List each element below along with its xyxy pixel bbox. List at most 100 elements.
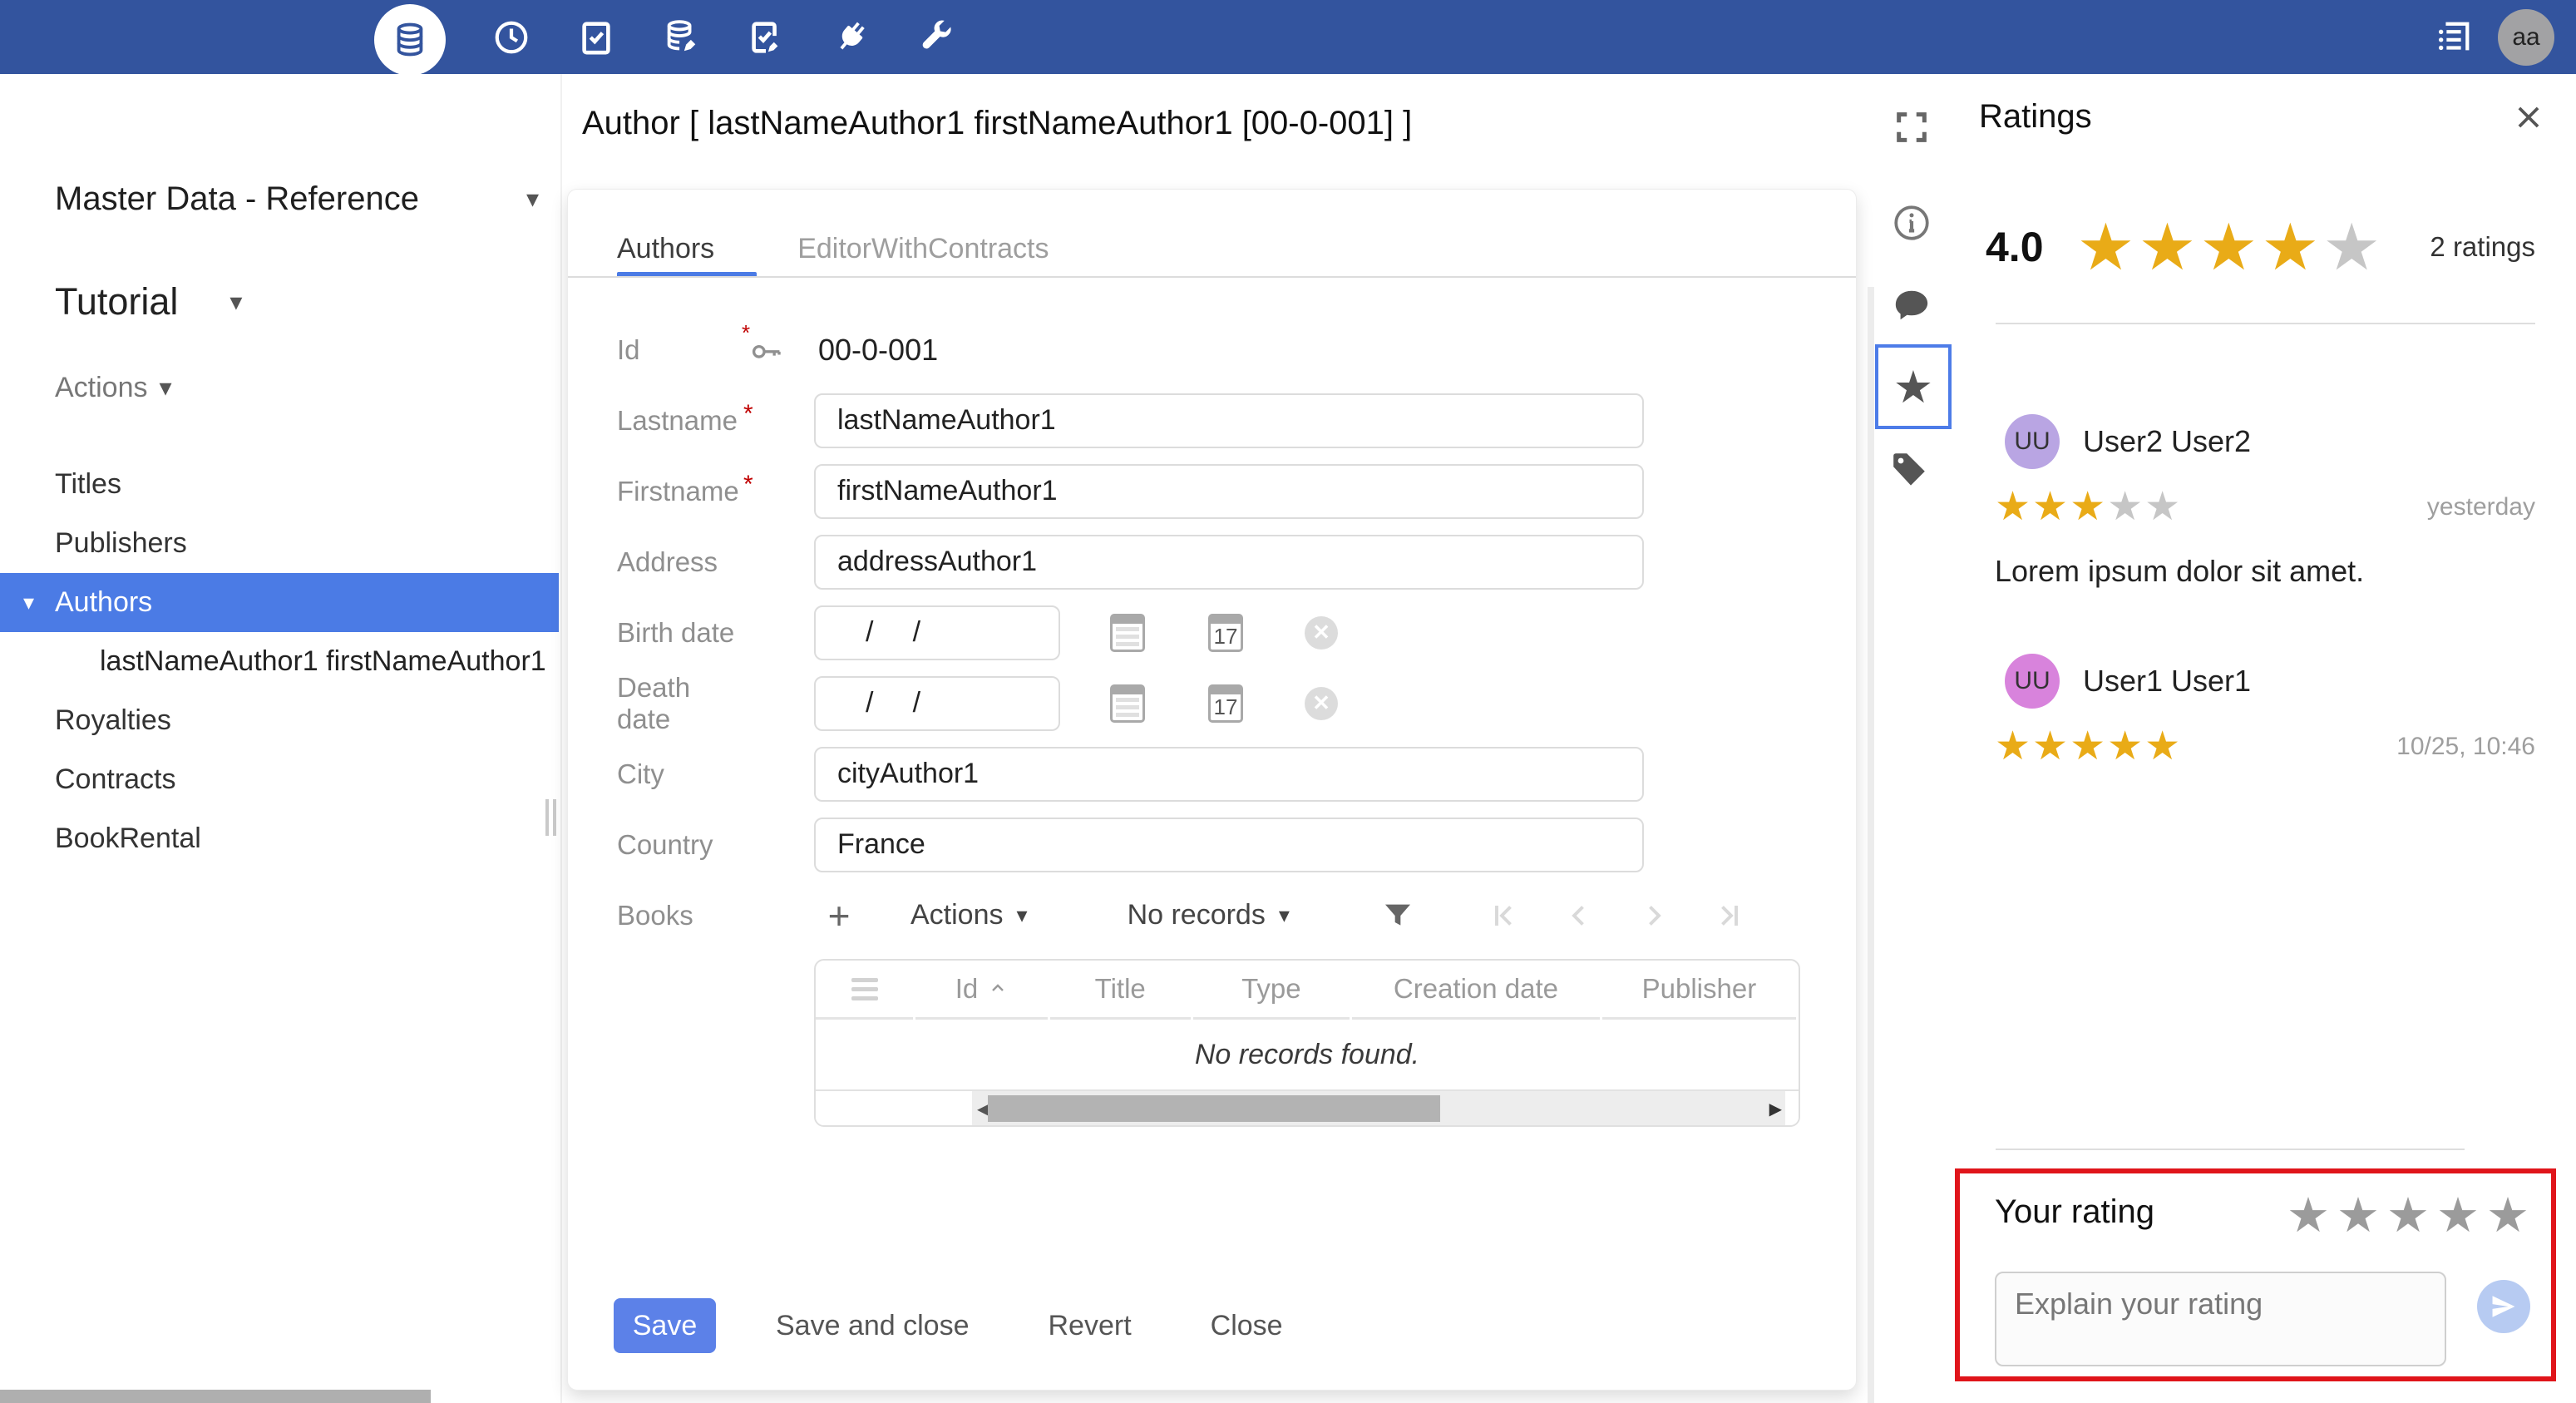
expand-panel-icon[interactable]	[1893, 108, 1931, 146]
info-icon[interactable]	[1891, 202, 1932, 244]
books-table-header: Id Title Type Creation date Publisher	[816, 961, 1799, 1020]
save-button[interactable]: Save	[614, 1298, 716, 1353]
star-icon: ★	[2138, 210, 2200, 284]
city-label: City	[617, 758, 664, 789]
ratings-header: Ratings	[1979, 98, 2544, 136]
form-row-lastname: Lastname * lastNameAuthor1	[568, 385, 1856, 456]
clock-icon[interactable]	[492, 18, 530, 57]
submodule-selector[interactable]: Tutorial ▾	[55, 280, 242, 324]
scrollbar-track[interactable]: ◀ ▶	[972, 1091, 1785, 1125]
log-list-icon[interactable]	[2435, 18, 2473, 57]
add-book-button[interactable]: +	[814, 893, 864, 938]
filter-icon[interactable]	[1381, 899, 1414, 932]
chevron-down-icon: ▾	[159, 374, 172, 402]
user-avatar[interactable]: aa	[2498, 8, 2554, 66]
sidebar-actions-dropdown[interactable]: Actions ▾	[55, 372, 172, 404]
lastname-label: Lastname	[617, 404, 738, 436]
star-icon[interactable]: ★	[2436, 1192, 2486, 1240]
sidebar-item-author-record[interactable]: lastNameAuthor1 firstNameAuthor1	[0, 632, 559, 691]
star-icon[interactable]: ★	[2287, 1192, 2337, 1240]
calendar-day-icon[interactable]: 17	[1208, 684, 1243, 723]
column-header-creation-date[interactable]: Creation date	[1352, 961, 1600, 1020]
star-icon: ★	[2144, 485, 2183, 529]
country-field[interactable]: France	[814, 817, 1644, 872]
close-panel-icon[interactable]	[2513, 101, 2544, 133]
calendar-month-icon[interactable]	[1110, 613, 1145, 652]
rating-comment-input[interactable]	[1995, 1272, 2446, 1366]
topbar-right-group: aa	[2435, 0, 2554, 74]
scroll-right-icon[interactable]: ▶	[1769, 1091, 1782, 1125]
review-item: UU User1 User1 ★ ★ ★ ★ ★ 10/25, 10:46	[1979, 654, 2556, 767]
calendar-day-icon[interactable]: 17	[1208, 613, 1243, 652]
star-icon[interactable]: ★	[2337, 1192, 2386, 1240]
calendar-month-icon[interactable]	[1110, 684, 1145, 723]
tab-bar: Authors EditorWithContracts	[617, 233, 1049, 265]
ratings-count: 2 ratings	[2430, 231, 2535, 262]
previous-page-icon[interactable]	[1564, 901, 1594, 931]
database-module-button-active[interactable]	[374, 3, 446, 76]
star-icon: ★	[2322, 210, 2385, 284]
divider	[1996, 323, 2535, 324]
scrollbar-thumb[interactable]	[988, 1095, 1440, 1122]
city-field[interactable]: cityAuthor1	[814, 746, 1644, 802]
task-check-icon[interactable]	[577, 18, 615, 57]
ratings-tab-selected[interactable]: ★	[1875, 344, 1952, 429]
last-page-icon[interactable]	[1714, 901, 1744, 931]
sidebar-item-publishers[interactable]: Publishers	[0, 514, 559, 573]
column-header-publisher[interactable]: Publisher	[1601, 961, 1797, 1020]
page-horizontal-scrollbar-thumb[interactable]	[0, 1390, 431, 1403]
panel-divider[interactable]	[1868, 287, 1874, 1403]
firstname-field[interactable]: firstNameAuthor1	[814, 463, 1644, 519]
first-page-icon[interactable]	[1489, 901, 1519, 931]
clear-date-icon[interactable]: ✕	[1305, 615, 1338, 650]
column-header-title[interactable]: Title	[1049, 961, 1191, 1020]
birth-date-field[interactable]: / /	[814, 605, 1060, 660]
wrench-icon[interactable]	[916, 18, 955, 57]
review-comment: Lorem ipsum dolor sit amet.	[1995, 554, 2365, 588]
column-header-type[interactable]: Type	[1192, 961, 1350, 1020]
comment-icon[interactable]	[1893, 286, 1931, 324]
books-toolbar: Books + Actions ▾ No records ▾	[568, 880, 1856, 951]
tag-icon[interactable]	[1889, 449, 1929, 489]
tab-authors[interactable]: Authors	[617, 233, 714, 265]
form-row-firstname: Firstname * firstNameAuthor1	[568, 456, 1856, 526]
books-actions-dropdown[interactable]: Actions ▾	[910, 899, 1028, 931]
column-customize-button[interactable]	[816, 961, 914, 1020]
books-records-dropdown[interactable]: No records ▾	[1128, 899, 1290, 931]
death-date-field[interactable]: / /	[814, 675, 1060, 731]
star-icon: ★	[2107, 724, 2145, 768]
task-edit-icon[interactable]	[747, 18, 785, 57]
sidebar-item-titles[interactable]: Titles	[0, 455, 559, 514]
sidebar-item-royalties[interactable]: Royalties	[0, 691, 559, 750]
avatar: UU	[2005, 654, 2060, 709]
database-edit-icon[interactable]	[662, 18, 700, 57]
plug-icon[interactable]	[832, 18, 870, 57]
module-selector[interactable]: Master Data - Reference ▾	[55, 180, 539, 218]
firstname-label: Firstname	[617, 475, 739, 506]
author-form: Id * 00-0-001 Lastname * lastNameAuthor1…	[568, 314, 1856, 951]
address-field[interactable]: addressAuthor1	[814, 534, 1644, 590]
column-header-id[interactable]: Id	[915, 961, 1048, 1020]
address-label: Address	[617, 546, 718, 577]
sidebar-resize-handle[interactable]	[545, 799, 556, 836]
your-rating-label: Your rating	[1995, 1193, 2154, 1230]
sidebar-item-bookrental[interactable]: BookRental	[0, 809, 559, 868]
clear-date-icon[interactable]: ✕	[1305, 686, 1338, 720]
sidebar-item-authors[interactable]: ▾ Authors	[0, 573, 559, 632]
next-page-icon[interactable]	[1639, 901, 1669, 931]
star-icon[interactable]: ★	[2386, 1192, 2436, 1240]
tab-editorwithcontracts[interactable]: EditorWithContracts	[797, 233, 1049, 265]
star-icon[interactable]: ★	[2486, 1192, 2536, 1240]
database-icon	[397, 22, 423, 56]
save-and-close-button[interactable]: Save and close	[776, 1310, 970, 1342]
books-records-label: No records	[1127, 899, 1266, 931]
death-date-label: Death date	[617, 671, 691, 734]
revert-button[interactable]: Revert	[1049, 1310, 1132, 1342]
star-icon: ★	[2070, 724, 2108, 768]
form-row-city: City cityAuthor1	[568, 739, 1856, 809]
send-rating-button[interactable]	[2477, 1280, 2530, 1333]
sidebar-item-contracts[interactable]: Contracts	[0, 750, 559, 809]
lastname-field[interactable]: lastNameAuthor1	[814, 393, 1644, 448]
close-button[interactable]: Close	[1211, 1310, 1283, 1342]
empty-table-message: No records found.	[1194, 1038, 1420, 1070]
